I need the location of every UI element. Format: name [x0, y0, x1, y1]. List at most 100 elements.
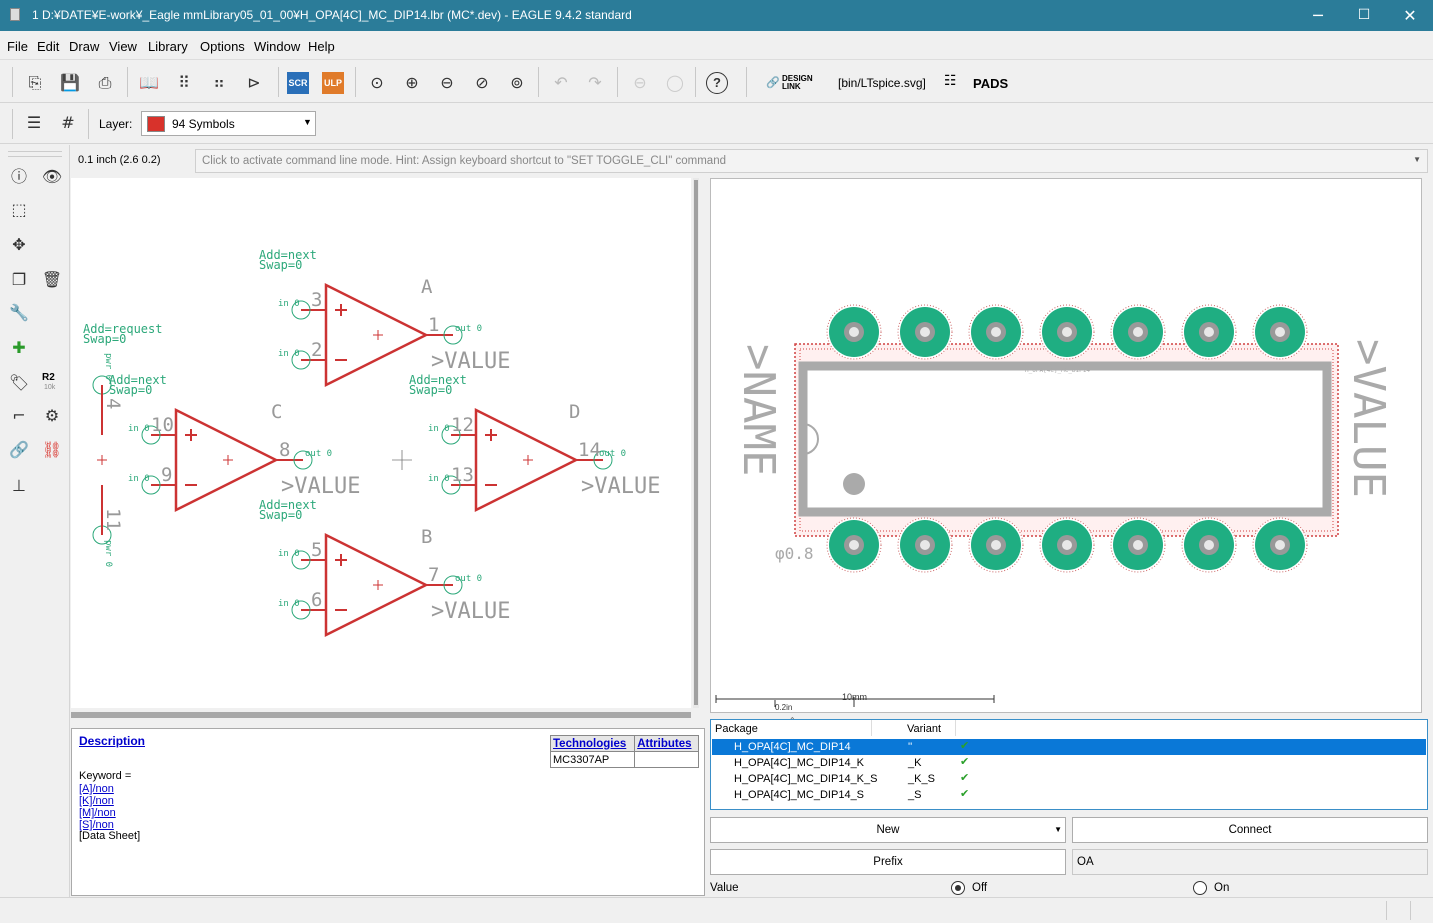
- grid-icon[interactable]: #: [55, 110, 81, 136]
- move-icon[interactable]: ✥: [6, 232, 32, 258]
- pad[interactable]: [1110, 304, 1166, 360]
- gate-d[interactable]: Add=next Swap=0 D 12 13 14 in 0 in 0 out…: [409, 373, 660, 513]
- pad[interactable]: [897, 304, 953, 360]
- pad[interactable]: [1252, 304, 1308, 360]
- zoom-select-icon[interactable]: ⊚: [504, 70, 530, 96]
- pad[interactable]: [826, 517, 882, 573]
- pin-swap-icon[interactable]: ⚙: [39, 403, 65, 429]
- device-icon[interactable]: ⠶: [206, 70, 232, 96]
- zoom-fit-icon[interactable]: ⊙: [364, 70, 390, 96]
- copy-icon[interactable]: ❐: [6, 267, 32, 293]
- pad[interactable]: [1181, 517, 1237, 573]
- redo-icon[interactable]: ↷: [582, 70, 608, 96]
- pad[interactable]: [968, 517, 1024, 573]
- group-icon[interactable]: ⬚: [6, 197, 32, 223]
- stop-icon[interactable]: ⊖: [627, 70, 653, 96]
- keyword-link-a[interactable]: [A]/non: [79, 783, 114, 795]
- library-book-icon[interactable]: 📖: [136, 70, 162, 96]
- minimize-button[interactable]: ─: [1295, 0, 1341, 31]
- gate-a[interactable]: Add=next Swap=0 A 3 2 1 in 0 in 0 out 0 …: [259, 248, 510, 388]
- menu-help[interactable]: Help: [308, 39, 335, 54]
- go-icon[interactable]: ◯: [662, 70, 688, 96]
- gate-c[interactable]: Add=next Swap=0 C 10 9 8 in 0 in 0 out 0…: [109, 373, 360, 513]
- pad[interactable]: [1039, 517, 1095, 573]
- info-icon[interactable]: ⓘ: [6, 164, 32, 190]
- attributes-link[interactable]: Attributes: [637, 738, 691, 750]
- print-icon[interactable]: ⎙: [92, 70, 118, 96]
- ltspice-button[interactable]: [bin/LTspice.svg]: [838, 76, 926, 90]
- connect-icon[interactable]: 🔗: [6, 437, 32, 463]
- gate-b-value: >VALUE: [431, 599, 510, 624]
- maximize-button[interactable]: ☐: [1341, 0, 1387, 31]
- package-preview[interactable]: >NAME >VALUE φ0.8 H_OPA[4C]_MC_DIP14 10m…: [710, 178, 1422, 713]
- command-history-chevron-icon[interactable]: ▼: [1413, 155, 1421, 164]
- schematic-horizontal-scrollbar[interactable]: [71, 712, 691, 718]
- ulp-button[interactable]: ULP: [322, 72, 344, 94]
- pin-icon[interactable]: ⌐: [6, 403, 32, 429]
- column-variant[interactable]: Variant: [907, 723, 941, 735]
- show-icon[interactable]: 👁: [39, 164, 65, 190]
- pad[interactable]: [1039, 304, 1095, 360]
- menu-window[interactable]: Window: [254, 39, 300, 54]
- layer-select[interactable]: 94 Symbols ▼: [141, 111, 316, 136]
- pad[interactable]: [897, 517, 953, 573]
- pad[interactable]: [1110, 517, 1166, 573]
- layers-icon[interactable]: ☰: [21, 110, 47, 136]
- delete-icon[interactable]: 🗑: [39, 267, 65, 293]
- pad[interactable]: [1181, 304, 1237, 360]
- pad[interactable]: [968, 304, 1024, 360]
- connect-button[interactable]: Connect: [1072, 817, 1428, 843]
- mark-icon[interactable]: ⊥: [6, 473, 32, 499]
- power-gate[interactable]: Add=request Swap=0 4 11 pwr 0 pwr 0: [83, 322, 162, 567]
- close-button[interactable]: ✕: [1387, 0, 1433, 31]
- technology-cell[interactable]: MC3307AP: [549, 751, 636, 768]
- value-off-radio[interactable]: [951, 881, 965, 895]
- package-row[interactable]: H_OPA[4C]_MC_DIP14_S _S ✔: [712, 787, 1426, 803]
- open-icon[interactable]: ⎘: [22, 70, 48, 96]
- gate-c-pin-plus: 10: [151, 414, 174, 436]
- attribute-cell[interactable]: [634, 751, 699, 768]
- menu-options[interactable]: Options: [200, 39, 245, 54]
- scr-button[interactable]: SCR: [287, 72, 309, 94]
- design-link-button[interactable]: 🔗 DESIGN LINK: [766, 74, 814, 92]
- symbol-editor-canvas[interactable]: Add=next Swap=0 A 3 2 1 in 0 in 0 out 0 …: [71, 178, 691, 708]
- description-link[interactable]: Description: [79, 734, 145, 748]
- name-r2-label[interactable]: R2: [42, 372, 55, 383]
- zoom-in-icon[interactable]: ⊕: [399, 70, 425, 96]
- pad[interactable]: [826, 304, 882, 360]
- help-button[interactable]: ?: [706, 72, 728, 94]
- package-row[interactable]: H_OPA[4C]_MC_DIP14_K _K ✔: [712, 755, 1426, 771]
- menu-file[interactable]: File: [7, 39, 28, 54]
- value-on-radio[interactable]: [1193, 881, 1207, 895]
- package-row[interactable]: H_OPA[4C]_MC_DIP14_K_S _K_S ✔: [712, 771, 1426, 787]
- menu-library[interactable]: Library: [148, 39, 188, 54]
- change-icon[interactable]: 🔧: [6, 300, 32, 326]
- pad[interactable]: [1252, 517, 1308, 573]
- gate-b[interactable]: Add=next Swap=0 B 5 6 7 in 0 in 0 out 0 …: [259, 498, 510, 638]
- technologies-link[interactable]: Technologies: [553, 738, 626, 750]
- layer-label: Layer:: [99, 117, 133, 131]
- keyword-link-k[interactable]: [K]/non: [79, 795, 114, 807]
- new-button[interactable]: New ▼: [710, 817, 1066, 843]
- tag-icon[interactable]: 🏷: [6, 370, 32, 396]
- package-row[interactable]: H_OPA[4C]_MC_DIP14 '' ✔: [712, 739, 1426, 755]
- schematic-vertical-thumb[interactable]: [694, 180, 698, 705]
- keyword-link-m[interactable]: [M]/non: [79, 807, 116, 819]
- column-package[interactable]: Package: [715, 723, 758, 735]
- command-hint: Click to activate command line mode. Hin…: [202, 155, 726, 167]
- command-line[interactable]: Click to activate command line mode. Hin…: [195, 149, 1428, 173]
- disconnect-icon[interactable]: ⛓: [39, 437, 65, 463]
- undo-icon[interactable]: ↶: [548, 70, 574, 96]
- menu-edit[interactable]: Edit: [37, 39, 59, 54]
- pads-button[interactable]: PADS: [973, 76, 1008, 91]
- prefix-button[interactable]: Prefix: [710, 849, 1066, 875]
- save-icon[interactable]: 💾: [57, 70, 83, 96]
- package-icon[interactable]: ⠿: [171, 70, 197, 96]
- prefix-value-field[interactable]: OA: [1072, 849, 1428, 875]
- symbol-icon[interactable]: ⊳: [241, 70, 267, 96]
- zoom-out-icon[interactable]: ⊖: [434, 70, 460, 96]
- menu-view[interactable]: View: [109, 39, 137, 54]
- zoom-redraw-icon[interactable]: ⊘: [469, 70, 495, 96]
- menu-draw[interactable]: Draw: [69, 39, 99, 54]
- add-icon[interactable]: ✚: [6, 335, 32, 361]
